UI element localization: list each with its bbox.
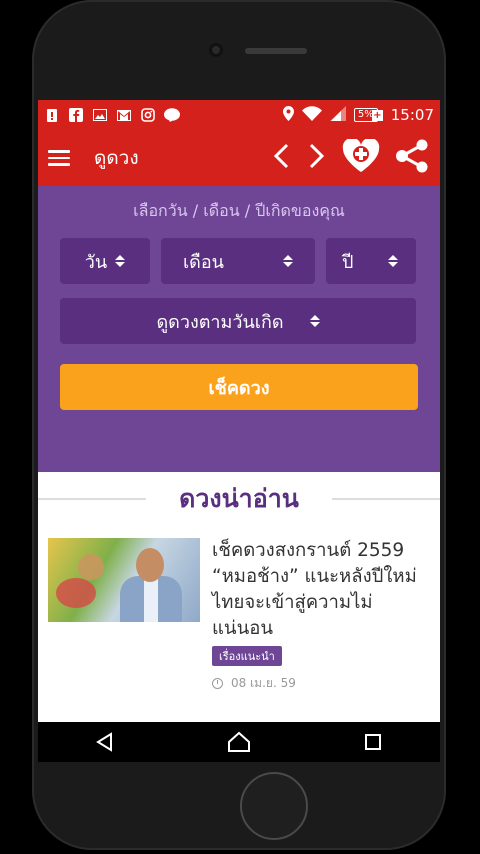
line-icon [164, 108, 180, 122]
chevron-right-icon[interactable] [306, 142, 328, 174]
year-select-label: ปี [342, 251, 354, 273]
wifi-icon [301, 105, 322, 125]
chevron-left-icon[interactable] [270, 142, 292, 174]
article-date: 08 เม.ย. 59 [231, 676, 296, 690]
charging-icon: + [371, 109, 383, 121]
nav-bar [38, 722, 440, 762]
mode-select[interactable]: ดูดวงตามวันเกิด [60, 298, 416, 344]
date-selects: วัน เดือน ปี [38, 238, 440, 284]
back-icon[interactable] [85, 727, 125, 757]
clock-time: 15:07 [390, 106, 434, 124]
day-select-label: วัน [84, 251, 108, 273]
battery-icon: 5% + [353, 108, 383, 122]
mode-select-label: ดูดวงตามวันเกิด [156, 311, 284, 333]
birthdate-form: เลือกวัน / เดือน / ปีเกิดของคุณ วัน เดือ… [38, 186, 440, 472]
location-icon [282, 105, 294, 125]
gmail-icon [116, 108, 132, 122]
status-bar: 5% + 15:07 [38, 100, 440, 130]
home-icon[interactable] [219, 727, 259, 757]
sort-icon [309, 315, 320, 327]
mode-row: ดูดวงตามวันเกิด [38, 298, 440, 344]
home-key[interactable] [240, 772, 308, 840]
sort-icon [388, 255, 398, 267]
check-fortune-button[interactable]: เช็คดวง [60, 364, 418, 410]
app-bar-actions [270, 137, 430, 177]
warning-icon [44, 108, 60, 122]
sort-icon [115, 255, 126, 267]
signal-icon [329, 105, 346, 125]
facebook-icon [68, 108, 84, 122]
form-caption: เลือกวัน / เดือน / ปีเกิดของคุณ [133, 201, 345, 220]
month-select-label: เดือน [183, 251, 224, 273]
app-bar: ดูดวง [38, 130, 440, 186]
article-meta: 08 เม.ย. 59 [212, 674, 430, 693]
article-title[interactable]: เช็คดวงสงกรานต์ 2559 “หมอช้าง” แนะหลังปี… [212, 538, 430, 642]
share-icon[interactable] [394, 139, 430, 177]
divider [332, 498, 440, 500]
article-tag[interactable]: เรื่องแนะนำ [212, 646, 282, 666]
clock-icon [212, 678, 223, 689]
recents-icon[interactable] [353, 727, 393, 757]
system-icons: 5% + 15:07 [282, 105, 434, 125]
menu-icon[interactable] [48, 150, 70, 166]
app-title: ดูดวง [94, 147, 139, 169]
notification-icons [44, 108, 180, 122]
month-select[interactable]: เดือน [161, 238, 315, 284]
sort-icon [283, 255, 293, 267]
section-header: ดวงน่าอ่าน [38, 472, 440, 526]
instagram-icon [140, 108, 156, 122]
article-body: เช็คดวงสงกรานต์ 2559 “หมอช้าง” แนะหลังปี… [212, 538, 430, 693]
image-icon [92, 108, 108, 122]
section-title: ดวงน่าอ่าน [179, 484, 299, 513]
day-select[interactable]: วัน [60, 238, 150, 284]
article-item[interactable]: เช็คดวงสงกรานต์ 2559 “หมอช้าง” แนะหลังปี… [38, 526, 440, 693]
heart-plus-icon[interactable] [342, 137, 380, 177]
earpiece [245, 48, 307, 54]
article-thumbnail[interactable] [48, 538, 200, 622]
screen: 5% + 15:07 ดูดวง เลือกวัน / เดือน / ปีเก… [38, 100, 440, 762]
year-select[interactable]: ปี [326, 238, 416, 284]
front-camera [209, 43, 223, 57]
divider [38, 498, 146, 500]
